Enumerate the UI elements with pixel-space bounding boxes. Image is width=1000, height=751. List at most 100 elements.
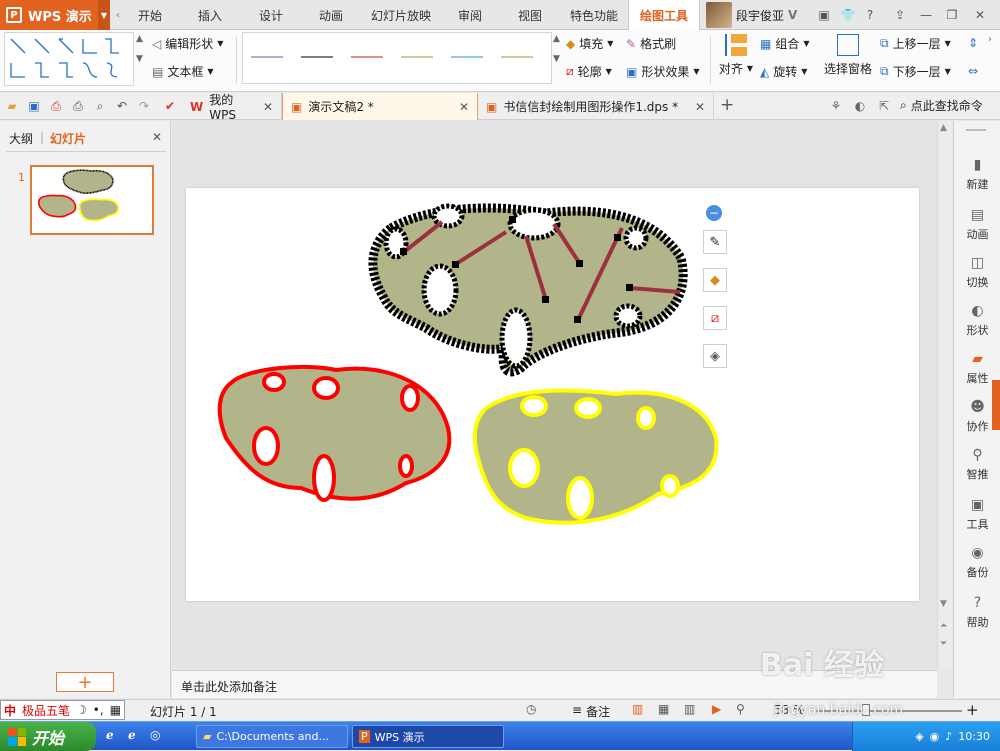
outline-icon[interactable]: ⧄ — [703, 306, 727, 330]
volume-icon[interactable]: ♪ — [945, 730, 952, 743]
open-folder-icon[interactable]: ▰ — [4, 98, 20, 114]
tab-features[interactable]: 特色功能 — [564, 0, 624, 30]
gallery-more-icon[interactable]: ▲ ▼ — [553, 34, 563, 84]
customize-toolbar-icon[interactable]: ✔ — [162, 98, 178, 114]
start-button[interactable]: 开始 — [0, 722, 96, 751]
layers-icon[interactable]: ◈ — [703, 344, 727, 368]
scroll-down-icon[interactable]: ▼ — [940, 599, 947, 609]
edit-shape-button[interactable]: ◁ 编辑形状 ▼ — [152, 35, 223, 52]
reading-view-icon[interactable]: ▥ — [684, 702, 695, 716]
user-account[interactable]: 段宇俊亚 V — [706, 2, 797, 28]
distribute-width-icon[interactable]: ⇔ — [968, 64, 984, 82]
tab-envelope-dps[interactable]: ▣ 书信信封绘制用图形操作1.dps * ✕ — [478, 93, 714, 120]
align-button[interactable]: 对齐 ▼ — [718, 34, 754, 90]
line-styles-gallery[interactable] — [242, 32, 552, 84]
menu-scroll-left-icon[interactable]: ‹ — [116, 4, 126, 26]
tab-design[interactable]: 设计 — [248, 0, 294, 30]
slide-thumbnail[interactable] — [30, 165, 154, 235]
share-icon[interactable]: ⇱ — [876, 98, 892, 114]
next-slide-icon[interactable]: ⏷ — [940, 639, 947, 649]
print-preview-icon[interactable]: ⌕ — [92, 98, 108, 114]
distribute-height-icon[interactable]: ⇕ — [968, 36, 984, 54]
group-button[interactable]: ▦ 组合 ▼ — [760, 35, 810, 52]
freeform-shape-selected[interactable] — [368, 203, 688, 377]
restore-icon[interactable]: ❐ — [944, 6, 960, 24]
security-icon[interactable]: ◉ — [930, 730, 940, 743]
close-icon[interactable]: ✕ — [263, 100, 273, 114]
tab-my-wps[interactable]: W 我的WPS ✕ — [182, 93, 282, 122]
tab-insert[interactable]: 插入 — [186, 0, 234, 30]
tab-home[interactable]: 开始 — [128, 0, 172, 30]
ie-icon[interactable]: ℯ — [106, 728, 114, 742]
keyboard-icon[interactable]: ▦ — [107, 701, 124, 719]
help-icon[interactable]: ? — [862, 6, 878, 24]
network-icon[interactable]: ◈ — [915, 730, 923, 743]
tab-slides[interactable]: 幻灯片 — [50, 130, 86, 147]
pin-icon[interactable]: ⚲ — [736, 702, 745, 716]
sidebar-item-new[interactable]: ▮ 新建 — [954, 151, 1000, 197]
red-outline-shape[interactable] — [217, 364, 452, 502]
clock[interactable]: 10:30 — [958, 730, 990, 743]
tab-animation[interactable]: 动画 — [308, 0, 354, 30]
undo-icon[interactable]: ↶ — [114, 98, 130, 114]
punctuation-icon[interactable]: •, — [90, 701, 107, 719]
fill-icon[interactable]: ◆ — [703, 268, 727, 292]
redo-icon[interactable]: ↷ — [136, 98, 152, 114]
close-icon[interactable]: ✕ — [152, 130, 162, 144]
cloud-icon[interactable]: ◐ — [852, 98, 868, 114]
taskbar-item-explorer[interactable]: ▰ C:\Documents and... — [196, 725, 348, 748]
tab-review[interactable]: 审阅 — [448, 0, 492, 30]
sidebar-item-smart[interactable]: ⚲ 智推 — [954, 441, 1000, 487]
edit-shape-icon[interactable]: ✎ — [703, 230, 727, 254]
history-icon[interactable]: ◷ — [526, 702, 536, 716]
tab-drawing-tools[interactable]: 绘图工具 — [628, 0, 700, 31]
shape-effects-button[interactable]: ▣ 形状效果 ▼ — [626, 63, 700, 80]
minimize-icon[interactable]: — — [918, 6, 934, 24]
bring-forward-button[interactable]: ⧉ 上移一层 ▼ — [880, 35, 951, 52]
send-backward-button[interactable]: ⧉ 下移一层 ▼ — [880, 63, 951, 80]
close-icon[interactable]: ✕ — [695, 100, 705, 114]
sidebar-item-shapes[interactable]: ◐ 形状 — [954, 297, 1000, 343]
sidebar-item-animation[interactable]: ▤ 动画 — [954, 201, 1000, 247]
tab-document-2[interactable]: ▣ 演示文稿2 * ✕ — [282, 93, 478, 120]
tab-view[interactable]: 视图 — [508, 0, 552, 30]
vertical-scrollbar[interactable]: ▲ ▼ ⏶ ⏷ — [937, 121, 952, 669]
moon-icon[interactable]: ☽ — [73, 701, 90, 719]
sidebar-item-transition[interactable]: ◫ 切换 — [954, 249, 1000, 295]
format-painter-button[interactable]: ✎ 格式刷 — [626, 35, 676, 52]
sidebar-item-help[interactable]: ? 帮助 — [954, 589, 1000, 635]
browser-icon[interactable]: ◎ — [150, 728, 160, 742]
tab-slideshow[interactable]: 幻灯片放映 — [366, 0, 436, 30]
close-icon[interactable]: ✕ — [459, 100, 469, 114]
skin-icon[interactable]: ▣ — [816, 6, 832, 24]
gallery-more-icon[interactable]: ▲ ▼ — [136, 34, 146, 84]
close-icon[interactable]: ✕ — [972, 6, 988, 24]
yellow-outline-shape[interactable] — [472, 388, 719, 525]
fill-button[interactable]: ◆ 填充 ▼ — [566, 35, 613, 52]
pin-icon[interactable]: ⚘ — [828, 98, 844, 114]
collapse-icon[interactable]: − — [706, 205, 722, 221]
chevron-down-icon[interactable]: ▼ — [98, 0, 110, 30]
zoom-in-icon[interactable]: + — [966, 701, 979, 719]
line-shapes-gallery[interactable] — [4, 32, 134, 86]
outline-button[interactable]: ⧄ 轮廓 ▼ — [566, 63, 612, 80]
selection-pane-button[interactable]: 选择窗格 — [822, 34, 874, 90]
ribbon-scroll-right-icon[interactable]: › — [988, 34, 998, 88]
sidebar-item-tools[interactable]: ▣ 工具 — [954, 491, 1000, 537]
shirt-icon[interactable]: 👕 — [840, 6, 856, 24]
save-icon[interactable]: ▣ — [26, 98, 42, 114]
taskbar-item-wps[interactable]: P WPS 演示 — [352, 725, 504, 748]
textbox-button[interactable]: ▤ 文本框 ▼ — [152, 63, 214, 80]
ime-toolbar[interactable]: 中 极品五笔 ☽ •, ▦ — [0, 700, 126, 720]
slide-canvas[interactable] — [186, 188, 919, 601]
sidebar-item-backup[interactable]: ◉ 备份 — [954, 539, 1000, 585]
sidebar-expand-handle[interactable] — [992, 380, 1000, 430]
add-slide-button[interactable]: + — [56, 672, 114, 693]
print-icon[interactable]: ⎙ — [70, 98, 86, 114]
sorter-view-icon[interactable]: ▦ — [658, 702, 669, 716]
ie-icon[interactable]: ℯ — [128, 728, 136, 742]
app-menu-button[interactable]: P WPS 演示 ▼ — [0, 0, 110, 30]
tab-outline[interactable]: 大纲 — [9, 130, 33, 147]
export-pdf-icon[interactable]: ⎙ — [48, 98, 64, 114]
notes-button[interactable]: ≡ 备注 — [572, 703, 610, 720]
